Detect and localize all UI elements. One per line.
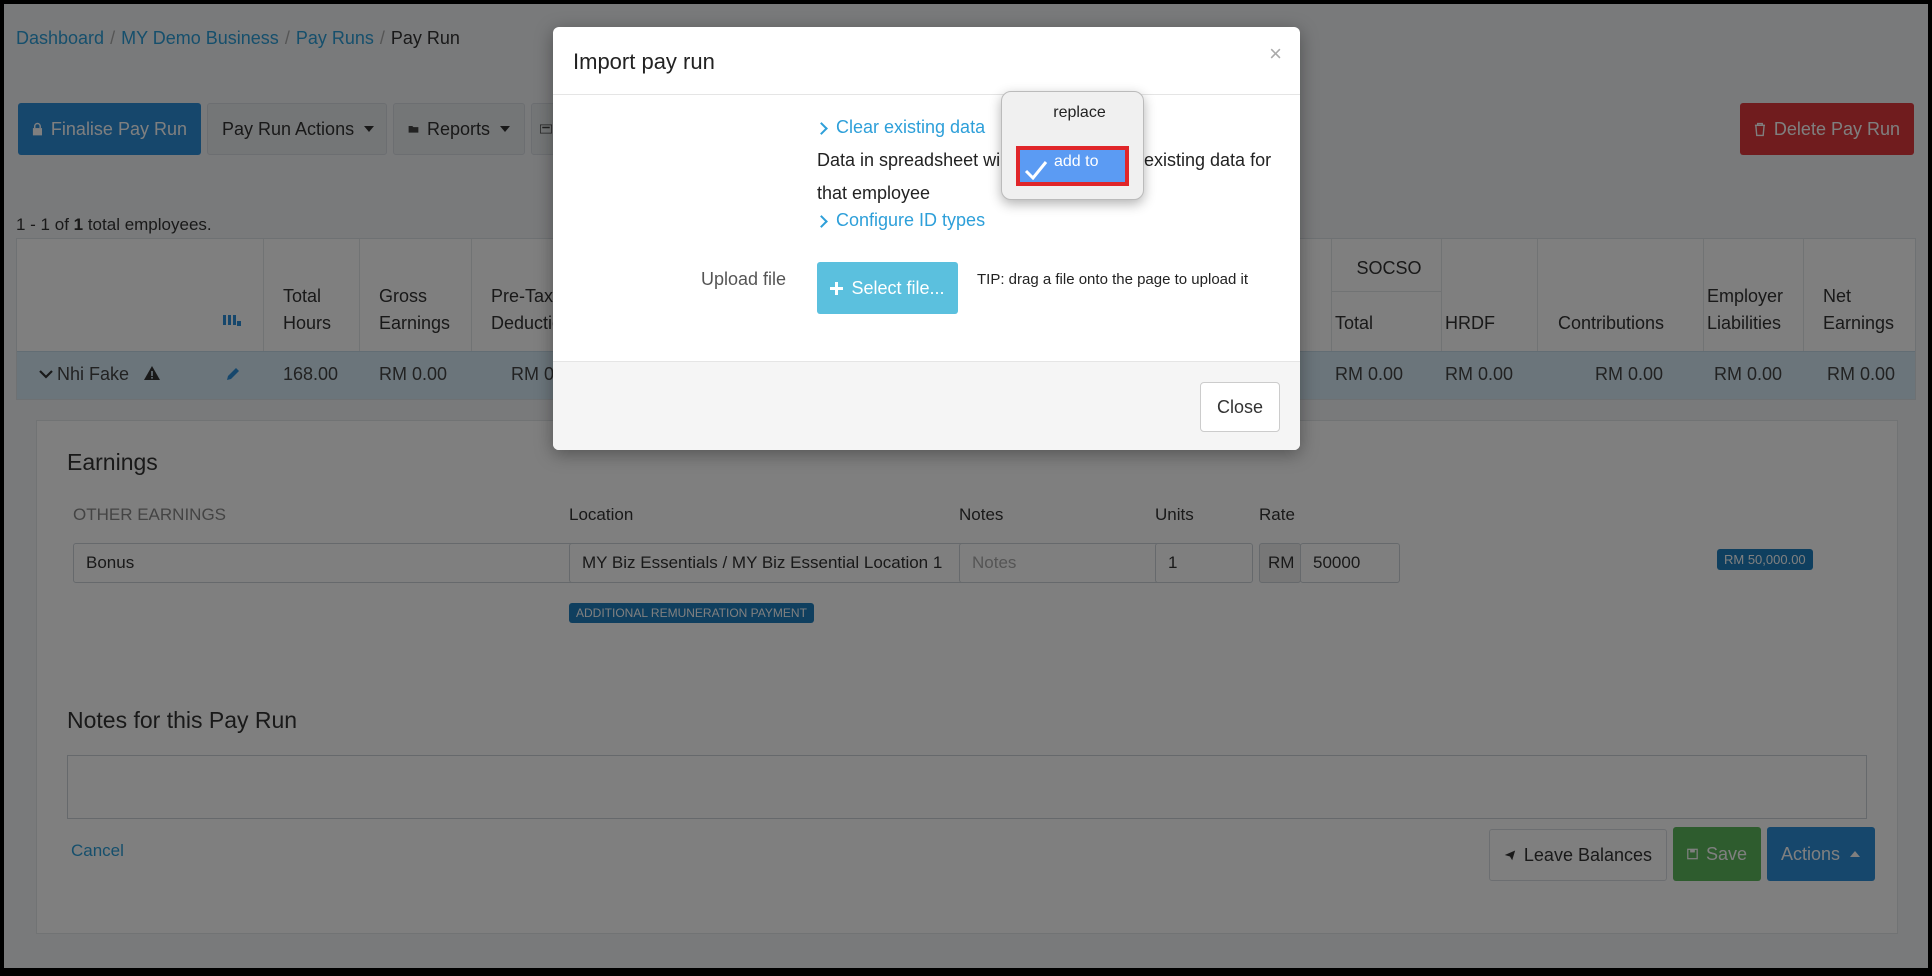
close-icon[interactable]: × bbox=[1269, 41, 1282, 67]
checkmark-icon bbox=[1024, 161, 1048, 180]
app-frame: Dashboard/MY Demo Business/Pay Runs/Pay … bbox=[4, 4, 1928, 968]
configure-id-types-link[interactable]: Configure ID types bbox=[815, 210, 985, 231]
modal-footer: Close bbox=[553, 361, 1300, 450]
upload-tip: TIP: drag a file onto the page to upload… bbox=[977, 271, 1249, 288]
chevron-right-icon bbox=[815, 122, 828, 135]
clear-existing-data-link[interactable]: Clear existing data bbox=[815, 117, 985, 138]
import-description-right: existing data for bbox=[1144, 150, 1272, 170]
import-description-line2: that employee bbox=[817, 183, 931, 203]
import-mode-dropdown: replace add to bbox=[1001, 91, 1144, 200]
plus-icon bbox=[830, 281, 844, 295]
select-file-button[interactable]: Select file... bbox=[817, 262, 958, 314]
close-button[interactable]: Close bbox=[1200, 382, 1280, 432]
modal-title: Import pay run bbox=[573, 49, 715, 74]
import-pay-run-modal: Import pay run × Clear existing data Dat… bbox=[553, 27, 1300, 450]
import-description-left: Data in spreadsheet wi bbox=[817, 150, 1001, 170]
option-add-to[interactable]: add to bbox=[1016, 146, 1129, 186]
upload-file-label: Upload file bbox=[701, 269, 787, 289]
option-replace[interactable]: replace bbox=[1002, 104, 1143, 122]
chevron-right-icon bbox=[815, 215, 828, 228]
